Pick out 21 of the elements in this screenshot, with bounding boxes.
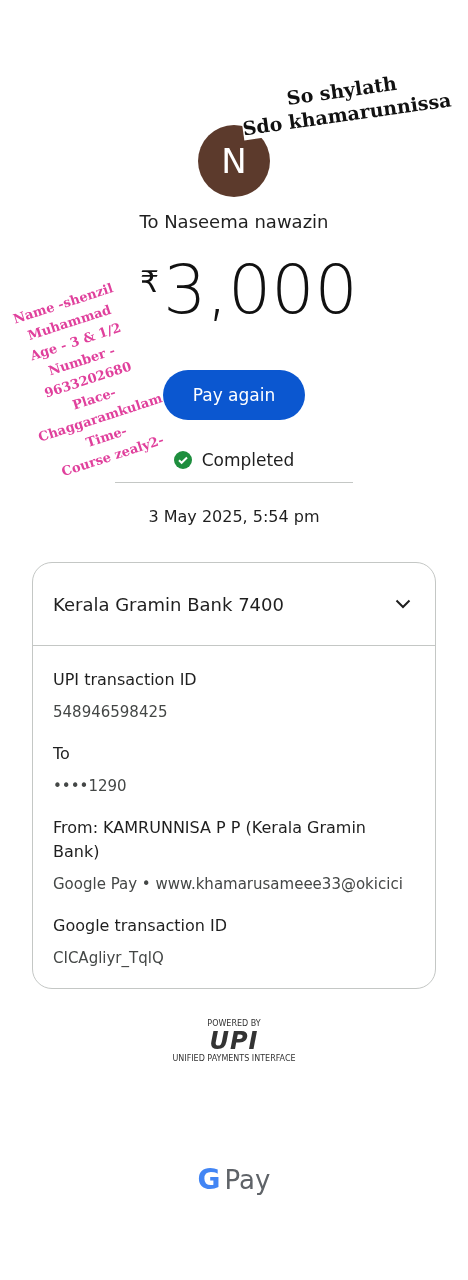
pay-again-button[interactable]: Pay again — [163, 370, 305, 420]
google-logo: G — [197, 1163, 221, 1196]
upi-subtitle: UNIFIED PAYMENTS INTERFACE — [172, 1054, 296, 1063]
field-label: UPI transaction ID — [53, 669, 198, 691]
transaction-date: 3 May 2025, 5:54 pm — [148, 507, 320, 526]
field-value: 548946598425 — [53, 702, 169, 723]
upi-logo: UPI — [209, 1029, 259, 1053]
recipient-name: To Naseema nawazin — [139, 211, 329, 232]
pay-wordmark: Pay — [224, 1164, 271, 1195]
field-label: Google transaction ID — [53, 915, 228, 937]
field-value: ••••1290 — [53, 776, 128, 797]
amount: 3,000 — [163, 250, 358, 330]
status-label: Completed — [201, 450, 295, 470]
field-value: Google Pay • www.khamarusameee33@okicici — [53, 874, 404, 895]
bank-name: Kerala Gramin Bank 7400 — [53, 593, 284, 615]
field-value: CICAgliyr_TqlQ — [53, 948, 165, 969]
chevron-icon[interactable] — [395, 599, 411, 609]
currency-symbol: ₹ — [140, 264, 160, 299]
field-label: To — [53, 743, 71, 765]
powered-by-label: POWERED BY — [207, 1019, 261, 1028]
field-label: From: KAMRUNNISA P P (Kerala Gramin Bank) — [53, 817, 367, 863]
